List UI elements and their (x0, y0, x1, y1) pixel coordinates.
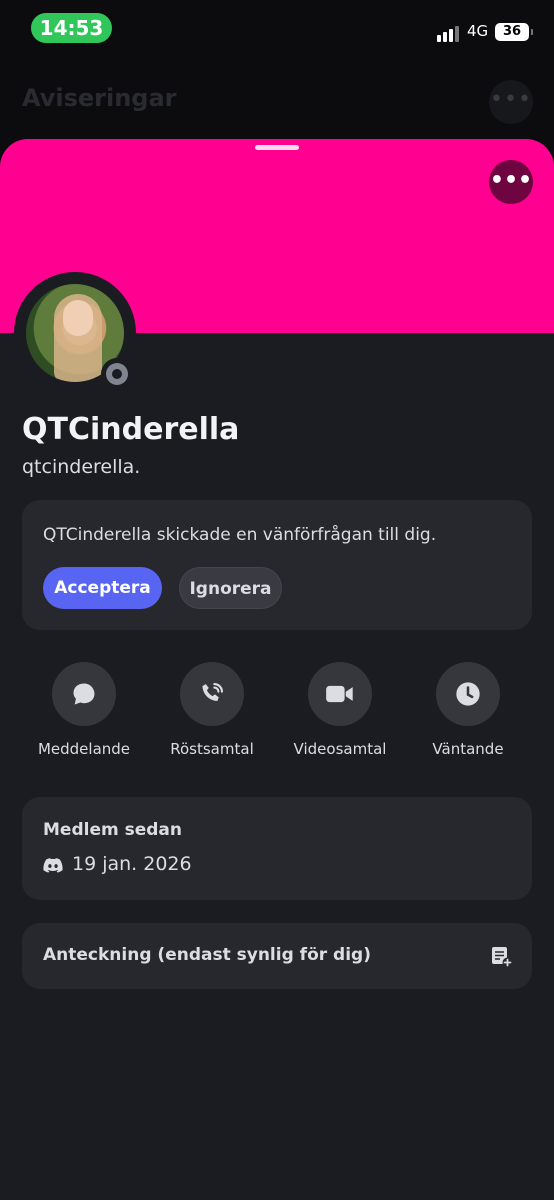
status-time[interactable]: 14:53 (31, 13, 112, 43)
add-note-icon[interactable] (489, 944, 513, 968)
video-camera-icon[interactable] (308, 662, 372, 726)
discord-icon (43, 858, 63, 873)
offline-status-icon (101, 358, 133, 390)
battery-level: 36 (502, 24, 522, 39)
network-type: 4G (467, 22, 489, 40)
friend-request-text: QTCinderella skickade en vänförfrågan ti… (43, 525, 437, 545)
message-action-label: Meddelande (37, 740, 131, 758)
clock-icon[interactable] (436, 662, 500, 726)
video-call-action-label: Videosamtal (293, 740, 387, 758)
status-bar: 14:53 4G 36 (0, 0, 554, 60)
display-name: QTCinderella (22, 412, 240, 447)
sheet-drag-handle[interactable] (255, 145, 299, 150)
username: qtcinderella. (22, 456, 141, 478)
member-since-date: 19 jan. 2026 (72, 853, 192, 875)
phone-icon[interactable] (180, 662, 244, 726)
pending-action-label: Väntande (432, 740, 504, 758)
battery-icon: 36 (495, 23, 533, 41)
voice-call-action[interactable]: Röstsamtal (157, 662, 267, 758)
note-card[interactable]: Anteckning (endast synlig för dig) (22, 923, 532, 989)
background-more-button: ••• (489, 80, 533, 124)
friend-request-card: QTCinderella skickade en vänförfrågan ti… (22, 500, 532, 630)
note-label: Anteckning (endast synlig för dig) (43, 945, 371, 965)
message-bubble-icon[interactable] (52, 662, 116, 726)
video-call-action[interactable]: Videosamtal (285, 662, 395, 758)
profile-sheet: ••• QTCinderella qtcinderella. QTCindere… (0, 139, 554, 1200)
voice-call-action-label: Röstsamtal (170, 740, 254, 758)
profile-more-button[interactable]: ••• (489, 160, 533, 204)
member-since-card: Medlem sedan 19 jan. 2026 (22, 797, 532, 900)
message-action[interactable]: Meddelande (29, 662, 139, 758)
accept-button[interactable]: Acceptera (43, 567, 162, 609)
pending-action[interactable]: Väntande (413, 662, 523, 758)
background-page-title: Aviseringar (22, 84, 177, 112)
member-since-title: Medlem sedan (43, 820, 182, 840)
ignore-button[interactable]: Ignorera (179, 567, 282, 609)
cellular-signal-icon (437, 24, 461, 42)
